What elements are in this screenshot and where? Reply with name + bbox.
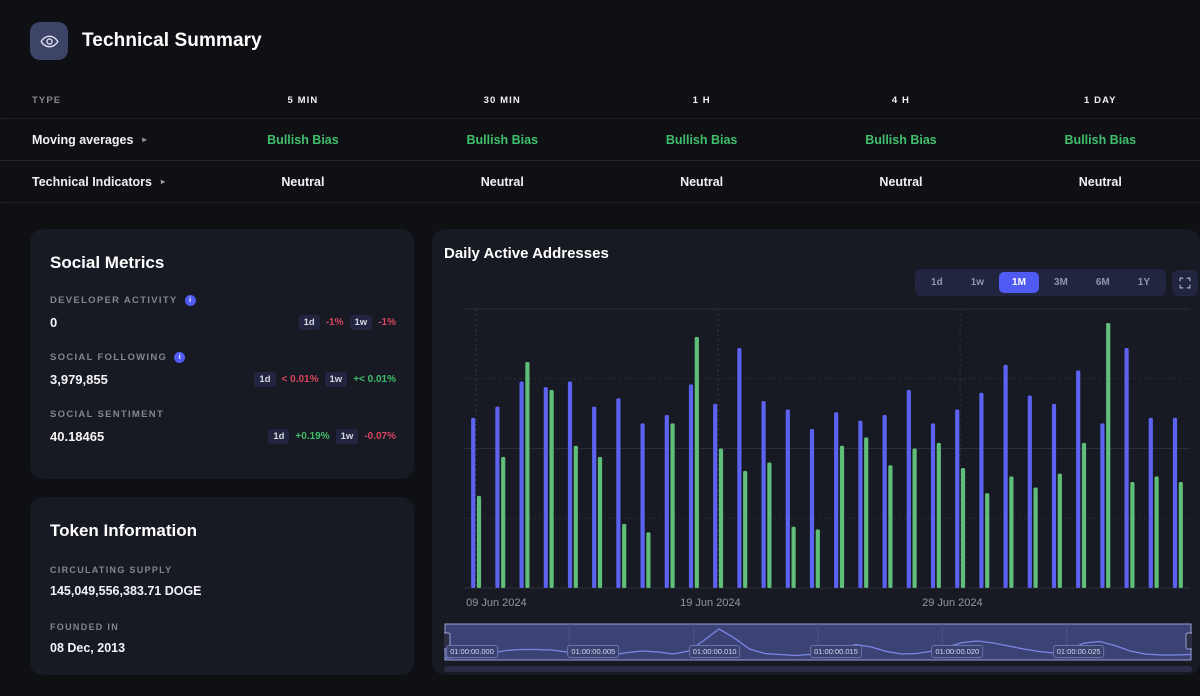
period-chip[interactable]: 1d <box>254 372 276 387</box>
table-header-row: TYPE 5 MIN 30 MIN 1 H 4 H 1 DAY <box>0 80 1200 118</box>
metric-label: DEVELOPER ACTIVITY <box>50 295 178 306</box>
metric-row: 0 1d -1% 1w -1% <box>50 315 396 330</box>
x-axis-labels: 09 Jun 2024 19 Jun 2024 29 Jun 2024 <box>446 597 1194 613</box>
period-chip[interactable]: 1w <box>324 372 348 387</box>
info-icon[interactable]: i <box>184 295 196 306</box>
navigator-tick-label: 01:00:00.020 <box>931 645 984 658</box>
token-information-card: Token Information CIRCULATING SUPPLY 145,… <box>30 497 414 675</box>
change-value: -1% <box>378 317 396 328</box>
chart-navigator[interactable]: 01:00:00.000 01:00:00.005 01:00:00.010 01:0… <box>440 623 1196 661</box>
cell-value: Bullish Bias <box>665 132 738 147</box>
eye-icon <box>30 22 68 60</box>
range-button-3m[interactable]: 3M <box>1041 272 1081 293</box>
navigator-tick-label: 01:00:00.000 <box>446 645 498 658</box>
x-axis-tick-label: 09 Jun 2024 <box>466 597 527 609</box>
cell-value: Neutral <box>281 174 325 189</box>
chevron-right-icon: ▸ <box>160 177 165 186</box>
row-label-technical-indicators[interactable]: Technical Indicators ▸ <box>32 175 165 189</box>
info-icon[interactable]: i <box>174 352 186 363</box>
chevron-right-icon: ▸ <box>142 135 147 144</box>
change-value: -1% <box>325 317 344 328</box>
x-axis-tick-label: 29 Jun 2024 <box>922 597 983 609</box>
change-value: -0.07% <box>364 431 396 442</box>
navigator-tick-label: 01:00:00.015 <box>810 645 862 658</box>
column-header-1day: 1 DAY <box>1084 95 1117 106</box>
range-button-1d[interactable]: 1d <box>918 272 956 293</box>
range-selector: 1d 1w 1M 3M 6M 1Y <box>915 269 1198 296</box>
token-field-label: FOUNDED IN <box>50 622 119 632</box>
cell-value: Neutral <box>1078 174 1122 189</box>
social-metric: SOCIAL SENTIMENT 40.18465 1d +0.19% 1w -0.07% <box>30 409 414 444</box>
column-header-30min: 30 MIN <box>483 95 521 106</box>
column-header-5min: 5 MIN <box>287 95 319 106</box>
cell-value: Neutral <box>480 174 524 189</box>
page-title: Technical Summary <box>82 30 262 51</box>
cell-value: Neutral <box>879 174 923 189</box>
change-value: < 0.01% <box>281 374 319 385</box>
period-chip[interactable]: 1w <box>349 315 373 330</box>
range-button-1m[interactable]: 1M <box>999 272 1039 293</box>
social-metric: SOCIAL FOLLOWING i 3,979,855 1d < 0.01% 1w +< … <box>30 352 414 387</box>
column-header-type: TYPE <box>32 95 62 106</box>
metric-label: SOCIAL FOLLOWING <box>50 352 168 363</box>
cell-value: Neutral <box>680 174 724 189</box>
metric-row: 40.18465 1d +0.19% 1w -0.07% <box>50 429 396 444</box>
period-chip[interactable]: 1d <box>268 429 290 444</box>
table-row[interactable]: Moving averages ▸ Bullish Bias Bullish B… <box>0 119 1200 160</box>
navigator-tick-label: 01:00:00.010 <box>688 645 741 658</box>
metric-value: 0 <box>50 315 58 330</box>
change-value: +0.19% <box>295 431 330 442</box>
metric-value: 40.18465 <box>50 429 105 444</box>
column-header-1h: 1 H <box>692 95 711 106</box>
token-field-value: 08 Dec, 2013 <box>50 641 126 655</box>
metric-row: 3,979,855 1d < 0.01% 1w +< 0.01% <box>50 372 396 387</box>
bar-chart-plot[interactable] <box>446 307 1194 592</box>
navigator-tick-label: 01:00:00.005 <box>567 645 620 658</box>
token-information-title: Token Information <box>50 521 198 540</box>
range-button-1w[interactable]: 1w <box>958 272 997 293</box>
change-value: +< 0.01% <box>353 374 396 385</box>
metric-header: SOCIAL FOLLOWING i <box>50 352 396 363</box>
table-row[interactable]: Technical Indicators ▸ Neutral Neutral N… <box>0 161 1200 202</box>
social-metrics-title: Social Metrics <box>50 253 165 272</box>
range-button-group: 1d 1w 1M 3M 6M 1Y <box>915 269 1166 296</box>
token-field-label: CIRCULATING SUPPLY <box>50 565 173 575</box>
metric-changes: 1d +0.19% 1w -0.07% <box>268 429 396 444</box>
social-metrics-card: Social Metrics DEVELOPER ACTIVITY i 0 1d -1%… <box>30 229 414 479</box>
metric-changes: 1d < 0.01% 1w +< 0.01% <box>254 372 396 387</box>
navigator-scrollbar[interactable] <box>444 666 1192 672</box>
cell-value: Bullish Bias <box>267 132 339 147</box>
chart-title: Daily Active Addresses <box>444 245 609 262</box>
range-button-1y[interactable]: 1Y <box>1125 272 1163 293</box>
row-label-text: Moving averages <box>32 132 134 147</box>
fullscreen-icon[interactable] <box>1172 269 1198 296</box>
cell-value: Bullish Bias <box>1064 132 1137 147</box>
metric-value: 3,979,855 <box>50 372 108 387</box>
daily-active-addresses-card: Daily Active Addresses 1d 1w 1M 3M 6M 1Y 09 J… <box>432 229 1200 675</box>
token-field: FOUNDED IN 08 Dec, 2013 <box>30 622 414 655</box>
metric-label: SOCIAL SENTIMENT <box>50 409 165 420</box>
period-chip[interactable]: 1d <box>298 315 320 330</box>
row-label-text: Technical Indicators <box>32 174 152 189</box>
cell-value: Bullish Bias <box>865 132 937 147</box>
x-axis-tick-label: 19 Jun 2024 <box>680 597 741 609</box>
technical-summary-header: Technical Summary <box>0 0 1200 60</box>
token-field: CIRCULATING SUPPLY 145,049,556,383.71 DOG… <box>30 565 414 598</box>
column-header-4h: 4 H <box>891 95 911 106</box>
navigator-tick-label: 01:00:00.025 <box>1052 645 1105 658</box>
technical-summary-table: TYPE 5 MIN 30 MIN 1 H 4 H 1 DAY Moving a… <box>0 80 1200 203</box>
metric-header: DEVELOPER ACTIVITY i <box>50 295 396 306</box>
cell-value: Bullish Bias <box>466 132 539 147</box>
range-button-6m[interactable]: 6M <box>1083 272 1123 293</box>
row-label-moving-averages[interactable]: Moving averages ▸ <box>32 133 146 147</box>
metric-changes: 1d -1% 1w -1% <box>298 315 396 330</box>
metric-header: SOCIAL SENTIMENT <box>50 409 396 420</box>
social-metric: DEVELOPER ACTIVITY i 0 1d -1% 1w -1% <box>30 295 414 330</box>
token-field-value: 145,049,556,383.71 DOGE <box>50 584 202 598</box>
period-chip[interactable]: 1w <box>335 429 359 444</box>
